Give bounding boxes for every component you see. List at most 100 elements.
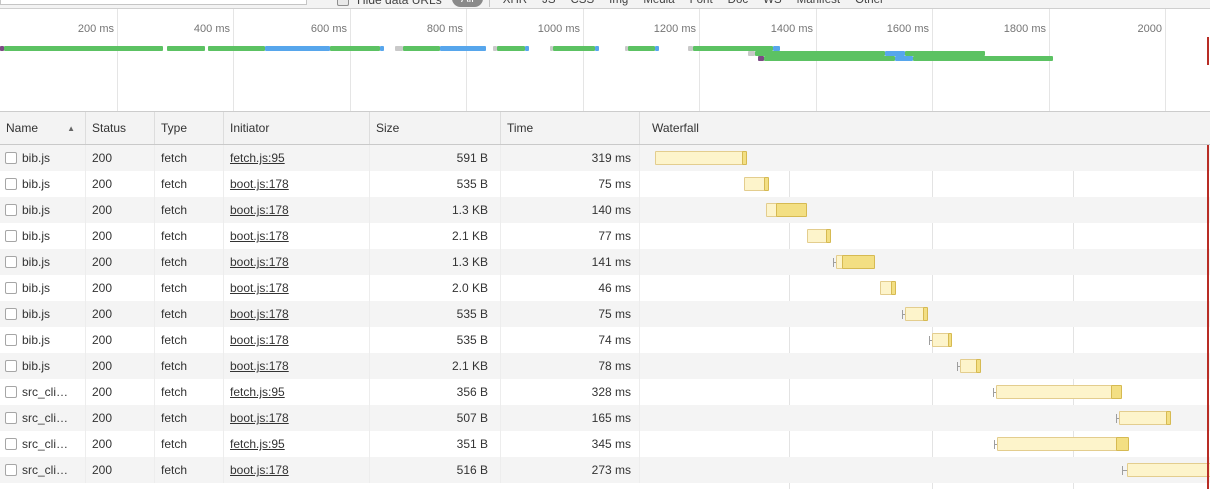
initiator-link[interactable]: boot.js:178 xyxy=(230,281,289,295)
overview-bar-segment xyxy=(895,56,913,61)
initiator-link[interactable]: boot.js:178 xyxy=(230,203,289,217)
request-row[interactable]: bib.js200fetchboot.js:1782.0 KB46 ms xyxy=(0,275,1210,301)
cell-time: 273 ms xyxy=(501,457,640,483)
waterfall-bar[interactable] xyxy=(902,307,928,321)
request-row[interactable]: bib.js200fetchboot.js:1782.1 KB77 ms xyxy=(0,223,1210,249)
request-row[interactable]: bib.js200fetchboot.js:178535 B74 ms xyxy=(0,327,1210,353)
request-row[interactable]: src_cli…200fetchboot.js:178516 B273 ms xyxy=(0,457,1210,483)
waterfall-bar[interactable] xyxy=(880,281,896,295)
column-header-time[interactable]: Time xyxy=(501,112,640,144)
initiator-link[interactable]: boot.js:178 xyxy=(230,359,289,373)
row-checkbox[interactable] xyxy=(5,334,17,346)
initiator-link[interactable]: fetch.js:95 xyxy=(230,385,285,399)
column-header-type[interactable]: Type xyxy=(155,112,224,144)
filter-pill-other[interactable]: Other xyxy=(850,0,889,9)
row-checkbox[interactable] xyxy=(5,204,17,216)
filter-pill-doc[interactable]: Doc xyxy=(723,0,753,9)
initiator-link[interactable]: boot.js:178 xyxy=(230,229,289,243)
overview-bar-segment xyxy=(208,46,265,51)
initiator-link[interactable]: boot.js:178 xyxy=(230,333,289,347)
request-row[interactable]: bib.js200fetchfetch.js:95591 B319 ms xyxy=(0,145,1210,171)
request-row[interactable]: bib.js200fetchboot.js:1782.1 KB78 ms xyxy=(0,353,1210,379)
filter-input[interactable]: Filter xyxy=(0,0,307,5)
initiator-link[interactable]: boot.js:178 xyxy=(230,177,289,191)
cell-status: 200 xyxy=(86,171,155,197)
overview-tick-label: 1800 ms xyxy=(1004,22,1046,36)
cell-time: 46 ms xyxy=(501,275,640,301)
waterfall-bar[interactable] xyxy=(655,151,747,165)
row-checkbox[interactable] xyxy=(5,230,17,242)
waterfall-bar[interactable] xyxy=(807,229,831,243)
waterfall-download-segment xyxy=(1111,385,1122,399)
filter-input-placeholder: Filter xyxy=(8,0,35,3)
column-header-waterfall[interactable]: Waterfall xyxy=(640,112,1210,144)
row-checkbox[interactable] xyxy=(5,464,17,476)
request-row[interactable]: bib.js200fetchboot.js:178535 B75 ms xyxy=(0,301,1210,327)
waterfall-bar[interactable] xyxy=(993,385,1122,399)
cell-type: fetch xyxy=(155,171,224,197)
initiator-link[interactable]: boot.js:178 xyxy=(230,255,289,269)
initiator-link[interactable]: fetch.js:95 xyxy=(230,151,285,165)
request-row[interactable]: bib.js200fetchboot.js:1781.3 KB141 ms xyxy=(0,249,1210,275)
waterfall-bar[interactable] xyxy=(744,177,769,191)
filter-pill-ws[interactable]: WS xyxy=(758,0,787,9)
column-header-size[interactable]: Size xyxy=(370,112,501,144)
row-checkbox[interactable] xyxy=(5,438,17,450)
cell-size: 1.3 KB xyxy=(370,197,501,223)
cell-time: 75 ms xyxy=(501,171,640,197)
overview-tick-label: 1400 ms xyxy=(771,22,813,36)
row-checkbox[interactable] xyxy=(5,412,17,424)
initiator-link[interactable]: fetch.js:95 xyxy=(230,437,285,451)
cell-initiator: boot.js:178 xyxy=(224,223,370,249)
waterfall-bar[interactable] xyxy=(1116,411,1171,425)
waterfall-bar[interactable] xyxy=(957,359,981,373)
cell-waterfall xyxy=(640,145,1210,171)
row-checkbox[interactable] xyxy=(5,152,17,164)
overview-tick-label: 1600 ms xyxy=(887,22,929,36)
hide-data-urls-checkbox[interactable] xyxy=(337,0,349,6)
request-row[interactable]: src_cli…200fetchfetch.js:95351 B345 ms xyxy=(0,431,1210,457)
request-row[interactable]: bib.js200fetchboot.js:1781.3 KB140 ms xyxy=(0,197,1210,223)
filter-pill-font[interactable]: Font xyxy=(685,0,718,9)
overview-bar-segment xyxy=(4,46,163,51)
cell-waterfall xyxy=(640,275,1210,301)
cell-type: fetch xyxy=(155,301,224,327)
column-header-label: Waterfall xyxy=(652,121,699,135)
initiator-link[interactable]: boot.js:178 xyxy=(230,307,289,321)
request-row[interactable]: src_cli…200fetchboot.js:178507 B165 ms xyxy=(0,405,1210,431)
request-row[interactable]: src_cli…200fetchfetch.js:95356 B328 ms xyxy=(0,379,1210,405)
filter-pill-xhr[interactable]: XHR xyxy=(498,0,532,9)
cell-initiator: boot.js:178 xyxy=(224,275,370,301)
row-checkbox[interactable] xyxy=(5,256,17,268)
overview-bar-segment xyxy=(913,56,1053,61)
cell-time: 75 ms xyxy=(501,301,640,327)
row-checkbox[interactable] xyxy=(5,386,17,398)
request-row[interactable]: bib.js200fetchboot.js:178535 B75 ms xyxy=(0,171,1210,197)
network-overview-timeline[interactable]: 200 ms400 ms600 ms800 ms1000 ms1200 ms14… xyxy=(0,9,1210,112)
waterfall-bar[interactable] xyxy=(994,437,1129,451)
waterfall-bar[interactable] xyxy=(766,203,807,217)
cell-status: 200 xyxy=(86,379,155,405)
row-checkbox[interactable] xyxy=(5,178,17,190)
filter-pill-manifest[interactable]: Manifest xyxy=(792,0,845,9)
filter-pill-img[interactable]: Img xyxy=(604,0,633,9)
waterfall-download-segment xyxy=(976,359,981,373)
filter-pill-all[interactable]: All xyxy=(452,0,483,7)
initiator-link[interactable]: boot.js:178 xyxy=(230,411,289,425)
row-checkbox[interactable] xyxy=(5,308,17,320)
filter-pill-media[interactable]: Media xyxy=(638,0,679,9)
column-header-initiator[interactable]: Initiator xyxy=(224,112,370,144)
waterfall-bar[interactable] xyxy=(1122,463,1210,477)
column-header-status[interactable]: Status xyxy=(86,112,155,144)
column-header-name[interactable]: Name▲ xyxy=(0,112,86,144)
filter-pill-js[interactable]: JS xyxy=(537,0,560,9)
row-checkbox[interactable] xyxy=(5,282,17,294)
filter-pill-css[interactable]: CSS xyxy=(565,0,599,9)
initiator-link[interactable]: boot.js:178 xyxy=(230,463,289,477)
cell-size: 2.0 KB xyxy=(370,275,501,301)
row-checkbox[interactable] xyxy=(5,360,17,372)
cell-status: 200 xyxy=(86,275,155,301)
waterfall-bar[interactable] xyxy=(833,255,875,269)
waterfall-bar[interactable] xyxy=(929,333,952,347)
cell-time: 165 ms xyxy=(501,405,640,431)
